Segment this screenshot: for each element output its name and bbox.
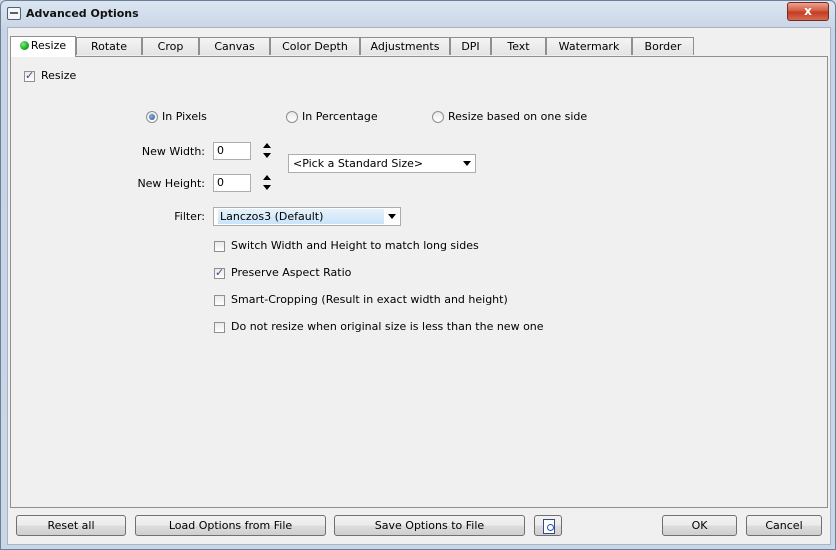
save-options-button[interactable]: Save Options to File — [334, 515, 525, 536]
dialog-client-area: Resize Rotate Crop Canvas Color Depth Ad… — [7, 27, 831, 545]
advanced-options-window: Advanced Options x Resize Rotate Crop Ca… — [0, 0, 836, 550]
new-height-input[interactable]: 0 — [213, 174, 251, 192]
tab-watermark[interactable]: Watermark — [546, 37, 632, 55]
filter-value: Lanczos3 (Default) — [218, 209, 384, 224]
one-side-radio[interactable] — [432, 111, 444, 123]
tab-dpi[interactable]: DPI — [450, 37, 491, 55]
tab-canvas[interactable]: Canvas — [199, 37, 270, 55]
standard-size-value: <Pick a Standard Size> — [293, 157, 424, 170]
tab-color-depth[interactable]: Color Depth — [270, 37, 360, 55]
in-percentage-radio[interactable] — [286, 111, 298, 123]
resize-enable-label[interactable]: Resize — [41, 69, 76, 82]
no-upscale-checkbox[interactable] — [214, 322, 225, 333]
window-menu-icon[interactable] — [7, 7, 21, 20]
in-percentage-label[interactable]: In Percentage — [302, 110, 378, 123]
new-height-label: New Height: — [137, 177, 205, 190]
resize-panel: Resize In Pixels In Percentage Resize ba… — [10, 56, 828, 508]
smart-cropping-checkbox[interactable] — [214, 295, 225, 306]
tab-adjustments[interactable]: Adjustments — [360, 37, 450, 55]
reset-all-button[interactable]: Reset all — [16, 515, 126, 536]
filter-dropdown[interactable]: Lanczos3 (Default) — [213, 207, 401, 226]
one-side-label[interactable]: Resize based on one side — [448, 110, 587, 123]
chevron-down-icon — [463, 161, 471, 166]
no-upscale-label[interactable]: Do not resize when original size is less… — [231, 320, 544, 333]
tab-resize[interactable]: Resize — [10, 36, 76, 57]
preview-button[interactable] — [534, 515, 562, 536]
chevron-down-icon — [388, 214, 396, 219]
load-options-button[interactable]: Load Options from File — [135, 515, 326, 536]
preserve-aspect-ratio-checkbox[interactable] — [214, 266, 225, 279]
new-width-label: New Width: — [141, 145, 205, 158]
ok-button[interactable]: OK — [662, 515, 737, 536]
tab-border[interactable]: Border — [632, 37, 694, 55]
switch-width-height-label[interactable]: Switch Width and Height to match long si… — [231, 239, 479, 252]
active-status-icon — [19, 41, 29, 50]
new-width-input[interactable]: 0 — [213, 142, 251, 160]
in-pixels-label[interactable]: In Pixels — [162, 110, 207, 123]
in-pixels-radio[interactable] — [146, 111, 158, 123]
smart-cropping-label[interactable]: Smart-Cropping (Result in exact width an… — [231, 293, 508, 306]
new-width-spinner[interactable] — [261, 141, 273, 161]
cancel-button[interactable]: Cancel — [746, 515, 822, 536]
standard-size-dropdown[interactable]: <Pick a Standard Size> — [288, 154, 476, 173]
spin-up-icon[interactable] — [263, 175, 271, 180]
title-bar[interactable]: Advanced Options x — [1, 1, 835, 27]
tab-text[interactable]: Text — [491, 37, 546, 55]
tab-rotate[interactable]: Rotate — [76, 37, 142, 55]
resize-enable-checkbox[interactable] — [24, 69, 35, 82]
window-title: Advanced Options — [26, 7, 139, 20]
preview-document-icon — [543, 519, 555, 534]
spin-down-icon[interactable] — [263, 153, 271, 158]
switch-width-height-checkbox[interactable] — [214, 241, 225, 252]
spin-up-icon[interactable] — [263, 143, 271, 148]
close-button[interactable]: x — [787, 2, 829, 21]
spin-down-icon[interactable] — [263, 185, 271, 190]
tab-crop[interactable]: Crop — [142, 37, 199, 55]
filter-label: Filter: — [174, 210, 205, 223]
preserve-aspect-ratio-label[interactable]: Preserve Aspect Ratio — [231, 266, 351, 279]
tab-resize-label: Resize — [30, 39, 67, 52]
new-height-spinner[interactable] — [261, 173, 273, 193]
